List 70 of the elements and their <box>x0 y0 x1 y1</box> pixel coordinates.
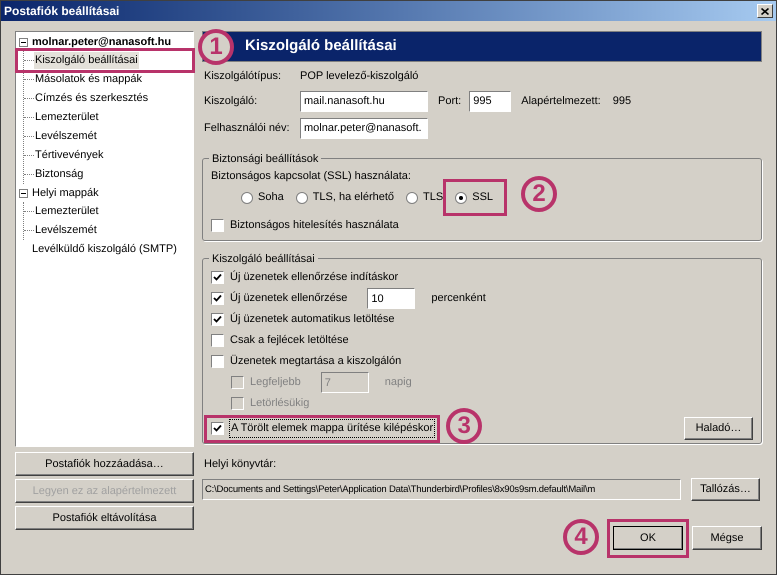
tree-item[interactable]: Biztonság <box>34 166 84 183</box>
port-field[interactable]: 995 <box>469 90 512 112</box>
unit-label: napig <box>384 375 412 390</box>
server-type-value: POP levelező-kiszolgáló <box>300 69 420 84</box>
checkbox-label: Csak a fejlécek letöltése <box>230 333 349 348</box>
ssl-label: Biztonságos kapcsolat (SSL) használata: <box>211 169 412 184</box>
highlight-frame <box>443 179 508 216</box>
field-label: Alapértelmezett: <box>521 94 601 109</box>
checkbox-label: Legfeljebb <box>250 375 301 390</box>
radio-label: TLS, ha elérhető <box>312 190 394 206</box>
tree-item[interactable]: Tértivevények <box>34 147 104 164</box>
tree-item[interactable]: Kiszolgáló beállításai <box>34 52 139 69</box>
tree-item[interactable]: Lemezterület <box>34 109 100 126</box>
callout-number: 1 <box>198 29 234 65</box>
field-label: Port: <box>438 94 462 109</box>
group-title: Biztonsági beállítások <box>211 152 320 166</box>
checkbox[interactable] <box>211 271 224 284</box>
radio-button[interactable] <box>406 192 418 204</box>
radio-button[interactable] <box>296 192 308 204</box>
callout-number: 2 <box>521 176 558 212</box>
tree-item[interactable]: Másolatok és mappák <box>34 71 143 88</box>
tree-item[interactable]: Levélszemét <box>34 222 98 239</box>
collapse-icon[interactable] <box>19 38 28 46</box>
collapse-icon[interactable] <box>19 188 28 198</box>
advanced-button[interactable]: Haladó… <box>684 417 753 440</box>
number-field[interactable]: 10 <box>367 288 416 309</box>
account-button[interactable]: Postafiók eltávolítása <box>15 506 194 530</box>
callout-number: 4 <box>563 518 599 554</box>
field-label: Felhasználói név: <box>204 120 291 136</box>
close-button[interactable] <box>757 4 773 18</box>
checkbox[interactable] <box>211 313 224 326</box>
checkbox[interactable] <box>211 218 224 232</box>
checkbox-label: Üzenetek megtartása a kiszolgálón <box>230 354 402 370</box>
checkbox[interactable] <box>211 292 224 305</box>
checkbox-label: A Törölt elemek mappa ürítése kilépéskor <box>230 420 434 437</box>
window-title: Postafiók beállításai <box>4 3 120 20</box>
tree-item[interactable]: Levélszemét <box>34 128 98 145</box>
checkbox-label: Új üzenetek ellenőrzése indításkor <box>230 270 398 286</box>
account-button[interactable]: Postafiók hozzáadása… <box>15 452 194 476</box>
tree-item[interactable]: molnar.peter@nanasoft.hu <box>31 34 172 50</box>
checkbox[interactable] <box>211 355 224 368</box>
server-field[interactable]: mail.nanasoft.hu <box>300 90 428 112</box>
close-icon <box>761 8 769 14</box>
field-label: Kiszolgálótípus: <box>204 69 282 84</box>
checkbox-label: Új üzenetek automatikus letöltése <box>230 312 394 328</box>
browse-button[interactable]: Tallózás… <box>691 478 760 500</box>
dialog-button[interactable]: OK <box>613 526 683 550</box>
checkbox[interactable] <box>211 422 224 435</box>
radio-button[interactable] <box>455 192 468 204</box>
tree-item[interactable]: Címzés és szerkesztés <box>34 90 150 107</box>
radio-label: SSL <box>472 190 494 206</box>
field-label: Kiszolgáló: <box>204 94 258 109</box>
unit-label: percenként <box>431 291 486 306</box>
checkbox-label: Letörlésükig <box>250 396 310 412</box>
radio-label: Soha <box>258 190 284 206</box>
tree-item[interactable]: Lemezterület <box>34 203 100 220</box>
directory-field[interactable]: C:\Documents and Settings\Peter\Application Data\Thunderbird\Profiles\8x90s9sm.default\Mail\m <box>202 478 681 500</box>
radio-button[interactable] <box>241 192 253 204</box>
tree-item[interactable]: Helyi mappák <box>31 184 100 202</box>
radio-label: TLS <box>423 190 444 206</box>
default-port-value: 995 <box>612 94 632 109</box>
username-field[interactable]: molnar.peter@nanasoft. <box>300 118 428 138</box>
checkbox[interactable] <box>211 334 224 347</box>
dialog-button[interactable]: Mégse <box>692 526 762 550</box>
group-title: Kiszolgáló beállításai <box>211 252 316 266</box>
checkbox-label: Biztonságos hitelesítés használata <box>230 218 399 233</box>
callout-number: 3 <box>446 408 482 444</box>
field-label: Helyi könyvtár: <box>204 457 276 472</box>
checkbox-label: Új üzenetek ellenőrzése <box>230 290 348 306</box>
tree-item[interactable]: Levélküldő kiszolgáló (SMTP) <box>31 240 178 258</box>
